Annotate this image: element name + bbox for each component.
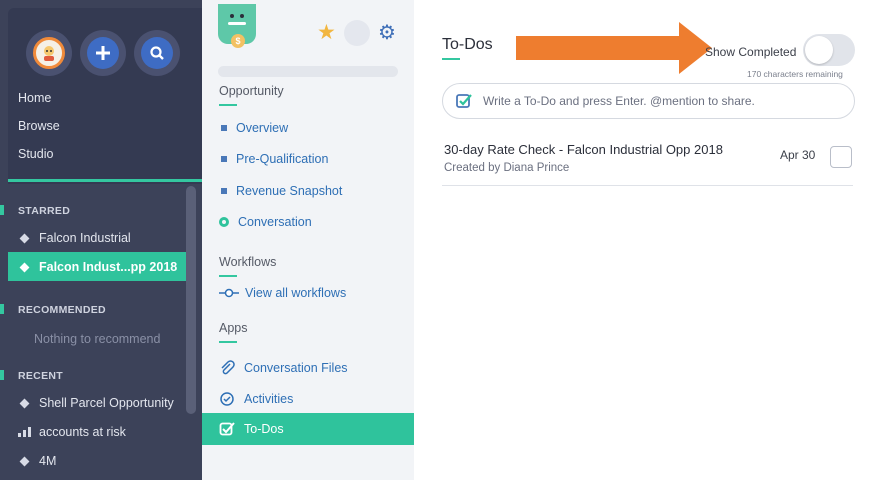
callout-arrow-icon [516,22,712,74]
recent-item-shell-parcel[interactable]: Shell Parcel Opportunity [18,396,174,410]
toggle-knob [805,36,833,64]
recent-item-label: accounts at risk [39,425,126,439]
user-avatar[interactable] [26,30,72,76]
todo-input[interactable] [483,94,843,108]
show-completed-label: Show Completed [705,45,797,59]
gear-icon[interactable]: ⚙ [378,20,396,45]
workflows-heading: Workflows [219,255,277,269]
heading-underline [219,275,237,277]
diamond-icon [19,456,30,466]
heading-underline [219,104,237,106]
nav-studio[interactable]: Studio [18,147,53,161]
section-marker [0,370,4,380]
link-to-dos[interactable]: To-Dos [219,421,284,437]
search-icon [141,37,173,69]
todo-created-by: Created by Diana Prince [444,162,570,174]
sidebar-divider [8,179,202,182]
heading-underline [219,341,237,343]
bar-chart-icon [18,427,31,437]
star-icon[interactable]: ★ [317,20,336,45]
link-revenue-snapshot[interactable]: Revenue Snapshot [219,184,342,198]
title-underline [442,58,460,60]
recent-item-accounts-at-risk[interactable]: accounts at risk [18,425,126,439]
apps-heading: Apps [219,321,248,335]
link-label: Conversation [238,215,312,229]
link-label: Revenue Snapshot [236,184,343,198]
nav-browse[interactable]: Browse [18,119,60,133]
starred-heading: STARRED [18,205,71,217]
starred-item-falcon-industrial[interactable]: Falcon Industrial [18,231,131,245]
link-view-all-workflows[interactable]: View all workflows [219,286,346,300]
characters-remaining: 170 characters remaining [747,69,843,79]
app-logo-icon: $ [218,4,256,48]
avatar-icon [33,37,65,69]
todo-due-date: Apr 30 [780,148,816,162]
link-label: Activities [244,392,294,406]
main-content: To-Dos Show Completed 170 characters rem… [414,0,881,480]
starred-item-label: Falcon Indust...pp 2018 [39,260,178,274]
paperclip-icon [221,360,235,375]
recent-item-label: 4M [39,454,57,468]
sidebar: Home Browse Studio STARRED Falcon Indust… [0,0,202,480]
starred-item-falcon-opp-2018[interactable]: Falcon Indust...pp 2018 [18,260,177,274]
dollar-badge-icon: $ [231,34,245,48]
workflow-icon [219,288,239,298]
link-label: Pre-Qualification [236,152,329,166]
activity-icon [220,392,234,406]
conversation-dot-icon [219,217,229,227]
user-dot[interactable] [344,20,370,46]
sidebar-top: Home Browse Studio [8,8,202,184]
app-panel: $ ★ ⚙ Opportunity Overview Pre-Qualifica… [202,0,414,480]
checkbox-icon [219,422,235,436]
recommended-heading: RECOMMENDED [18,304,106,316]
todo-input-box[interactable] [442,83,855,119]
section-marker [0,304,4,314]
bullet-icon [221,188,227,194]
link-label: To-Dos [244,422,284,436]
todo-complete-checkbox[interactable] [830,146,852,168]
diamond-icon [19,262,30,272]
bullet-icon [221,156,227,162]
opportunity-heading: Opportunity [219,84,284,98]
create-button[interactable] [80,30,126,76]
link-label: View all workflows [245,286,347,300]
sidebar-scrollbar[interactable] [186,186,196,414]
recent-item-4m[interactable]: 4M [18,454,56,468]
link-pre-qualification[interactable]: Pre-Qualification [219,152,328,166]
link-label: Conversation Files [244,361,348,375]
progress-bar [218,66,398,77]
app-root: Home Browse Studio STARRED Falcon Indust… [0,0,881,480]
nav-home[interactable]: Home [18,91,51,105]
plus-icon [87,37,119,69]
todo-title[interactable]: 30-day Rate Check - Falcon Industrial Op… [444,142,723,157]
recommended-empty-text: Nothing to recommend [34,332,161,346]
recent-item-label: Shell Parcel Opportunity [39,396,174,410]
page-title: To-Dos [442,36,493,53]
link-conversation-files[interactable]: Conversation Files [219,360,348,376]
diamond-icon [19,398,30,408]
bullet-icon [221,125,227,131]
link-activities[interactable]: Activities [219,391,293,407]
link-conversation[interactable]: Conversation [219,215,312,229]
recent-heading: RECENT [18,370,63,382]
link-label: Overview [236,121,289,135]
starred-item-label: Falcon Industrial [39,231,131,245]
diamond-icon [19,233,30,243]
search-button[interactable] [134,30,180,76]
todo-row[interactable]: 30-day Rate Check - Falcon Industrial Op… [442,138,853,186]
section-marker [0,205,4,215]
checkbox-icon [456,94,472,108]
link-overview[interactable]: Overview [219,121,288,135]
show-completed-toggle[interactable] [803,34,855,66]
